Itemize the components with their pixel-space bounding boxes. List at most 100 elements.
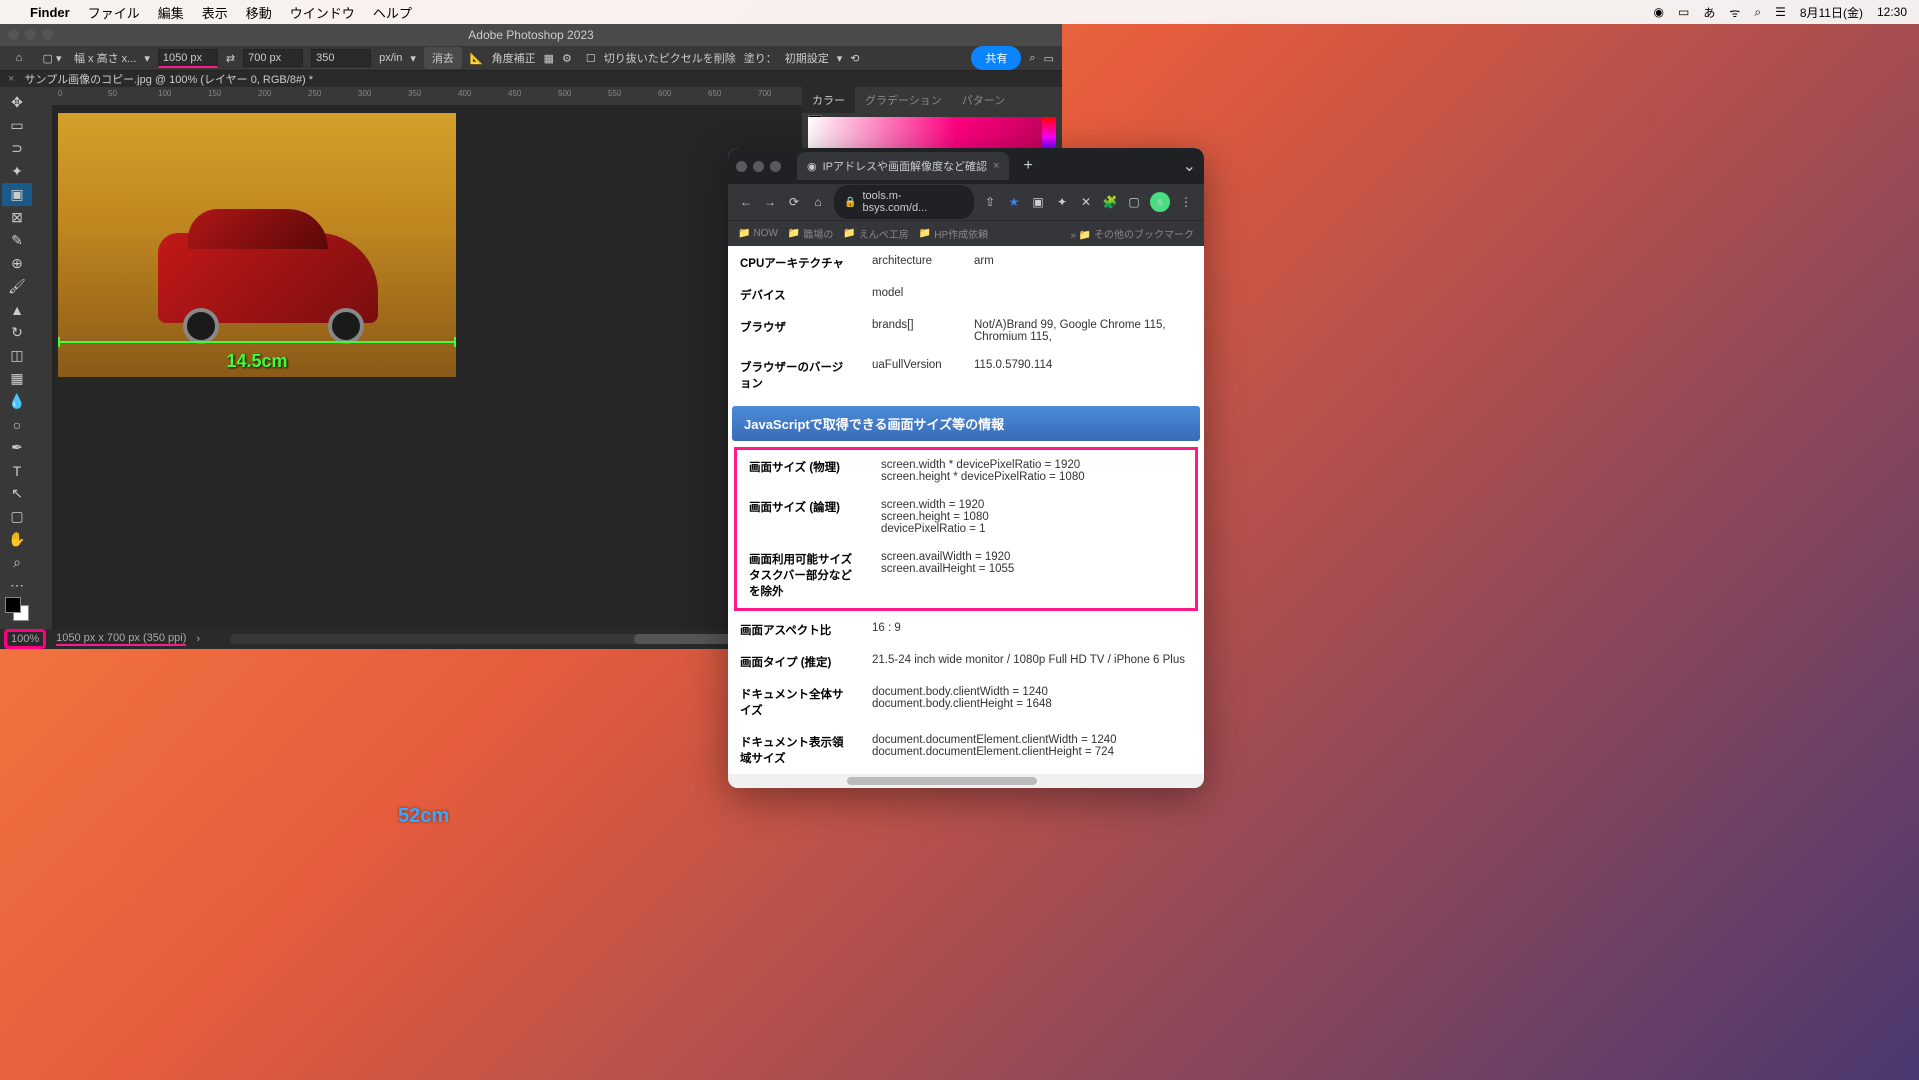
tab-pattern[interactable]: パターン [952,87,1015,113]
bookmark-more[interactable]: » 📁 その他のブックマーク [1070,226,1194,241]
new-tab-icon[interactable]: + [1023,157,1032,175]
star-icon[interactable]: ★ [1006,195,1022,209]
tab-gradient[interactable]: グラデーション [855,87,952,113]
blur-tool[interactable]: 💧 [2,390,32,413]
menu-view[interactable]: 表示 [202,3,228,22]
menu-file[interactable]: ファイル [88,3,140,22]
ps-document-tab[interactable]: × サンプル画像のコピー.jpg @ 100% (レイヤー 0, RGB/8#)… [0,71,1062,87]
bookmark-folder[interactable]: 📁 NOW [738,228,778,239]
menu-edit[interactable]: 編集 [158,3,184,22]
move-tool[interactable]: ✥ [2,91,32,114]
wifi-icon[interactable]: ᯤ [1729,4,1740,21]
zoom-tool[interactable]: ⌕ [2,551,32,574]
more-tools[interactable]: ⋯ [2,574,32,597]
lasso-tool[interactable]: ⊃ [2,137,32,160]
path-tool[interactable]: ↖ [2,482,32,505]
history-brush-tool[interactable]: ↻ [2,321,32,344]
search-icon[interactable]: ⌕ [1754,5,1761,20]
dodge-tool[interactable]: ○ [2,413,32,436]
url-bar[interactable]: 🔒 tools.m-bsys.com/d... [834,185,974,219]
bookmark-folder[interactable]: 📁 HP作成依頼 [919,226,988,241]
chevron-down-icon[interactable]: ⌄ [1183,156,1196,176]
width-input[interactable] [158,49,218,68]
wand-tool[interactable]: ✦ [2,160,32,183]
ratio-label[interactable]: 幅 x 高さ x... [74,50,136,66]
grid-icon[interactable]: ▦ [544,52,554,65]
ps-titlebar[interactable]: Adobe Photoshop 2023 [0,24,1062,46]
battery-icon[interactable]: ▭ [1678,5,1689,19]
tab-color[interactable]: カラー [802,87,855,113]
bookmark-folder[interactable]: 📁 職場の [788,226,833,241]
doc-info[interactable]: 1050 px x 700 px (350 ppi) [56,632,186,646]
section-header: JavaScriptで取得できる画面サイズ等の情報 [732,406,1200,441]
heal-tool[interactable]: ⊕ [2,252,32,275]
reload-icon[interactable]: ⟳ [786,195,802,209]
canvas-image[interactable]: 14.5cm [58,113,456,377]
gear-icon[interactable]: ⚙ [562,52,572,65]
straighten-icon[interactable]: 📐 [470,52,484,65]
brush-tool[interactable]: 🖌 [2,275,32,298]
resolution-input[interactable] [311,49,371,67]
frame-tool[interactable]: ⊠ [2,206,32,229]
chevron-right-icon[interactable]: › [196,633,200,645]
browser-tabbar: ◉ IPアドレスや画面解像度など確認 × + ⌄ [728,148,1204,184]
bookmark-folder[interactable]: 📁 えんぺ工房 [843,226,908,241]
menu-icon[interactable]: ⋮ [1178,195,1194,209]
input-icon[interactable]: あ [1703,4,1715,21]
crop-tool-icon[interactable]: ▢ ▾ [38,47,66,69]
home-icon[interactable]: ⌂ [810,195,826,209]
puzzle-icon[interactable]: 🧩 [1102,195,1118,209]
menu-window[interactable]: ウインドウ [290,3,355,22]
maximize-icon[interactable] [42,29,53,40]
scrollbar[interactable] [728,774,1204,788]
reset-icon[interactable]: ⟲ [850,52,859,65]
angle-label[interactable]: 角度補正 [492,50,536,66]
shape-tool[interactable]: ▢ [2,505,32,528]
pen-tool[interactable]: ✒ [2,436,32,459]
control-center-icon[interactable]: ☰ [1775,5,1786,19]
close-tab-icon[interactable]: × [993,160,999,172]
stamp-tool[interactable]: ▲ [2,298,32,321]
back-icon[interactable]: ← [738,195,754,209]
home-icon[interactable]: ⌂ [8,47,30,69]
minimize-icon[interactable] [25,29,36,40]
marquee-tool[interactable]: ▭ [2,114,32,137]
measurement-line [58,341,456,343]
type-tool[interactable]: T [2,459,32,482]
color-swatch[interactable] [5,597,29,621]
extension-icon[interactable]: ✕ [1078,195,1094,209]
crop-tool[interactable]: ▣ [2,183,32,206]
swap-icon[interactable]: ⇄ [226,52,235,65]
share-button[interactable]: 共有 [971,46,1021,70]
minimize-icon[interactable] [753,161,764,172]
height-input[interactable] [243,49,303,67]
gradient-tool[interactable]: ▦ [2,367,32,390]
clear-button[interactable]: 消去 [424,47,462,69]
panel-icon[interactable]: ▢ [1126,195,1142,209]
hand-tool[interactable]: ✋ [2,528,32,551]
close-icon[interactable] [736,161,747,172]
search-icon[interactable]: ⌕ [1029,52,1035,65]
workspace-icon[interactable]: ▭ [1044,52,1054,65]
fill-value[interactable]: 初期設定 [785,50,829,66]
app-name[interactable]: Finder [30,5,70,20]
browser-content[interactable]: CPUアーキテクチャarchitecturearm デバイスmodel ブラウザ… [728,246,1204,774]
status-icon[interactable]: ◉ [1654,5,1664,19]
close-tab-icon[interactable]: × [8,73,14,85]
eraser-tool[interactable]: ◫ [2,344,32,367]
unit-label[interactable]: px/in [379,52,402,64]
extension-icon[interactable]: ▣ [1030,195,1046,209]
date[interactable]: 8月11日(金) [1800,4,1863,21]
close-icon[interactable] [8,29,19,40]
menu-help[interactable]: ヘルプ [373,3,412,22]
share-icon[interactable]: ⇧ [982,195,998,209]
maximize-icon[interactable] [770,161,781,172]
menu-go[interactable]: 移動 [246,3,272,22]
browser-tab[interactable]: ◉ IPアドレスや画面解像度など確認 × [797,152,1009,180]
extension-icon[interactable]: ✦ [1054,195,1070,209]
time[interactable]: 12:30 [1877,5,1907,19]
eyedropper-tool[interactable]: ✎ [2,229,32,252]
zoom-level[interactable]: 100% [4,629,46,649]
forward-icon[interactable]: → [762,195,778,209]
avatar[interactable]: s [1150,192,1170,212]
